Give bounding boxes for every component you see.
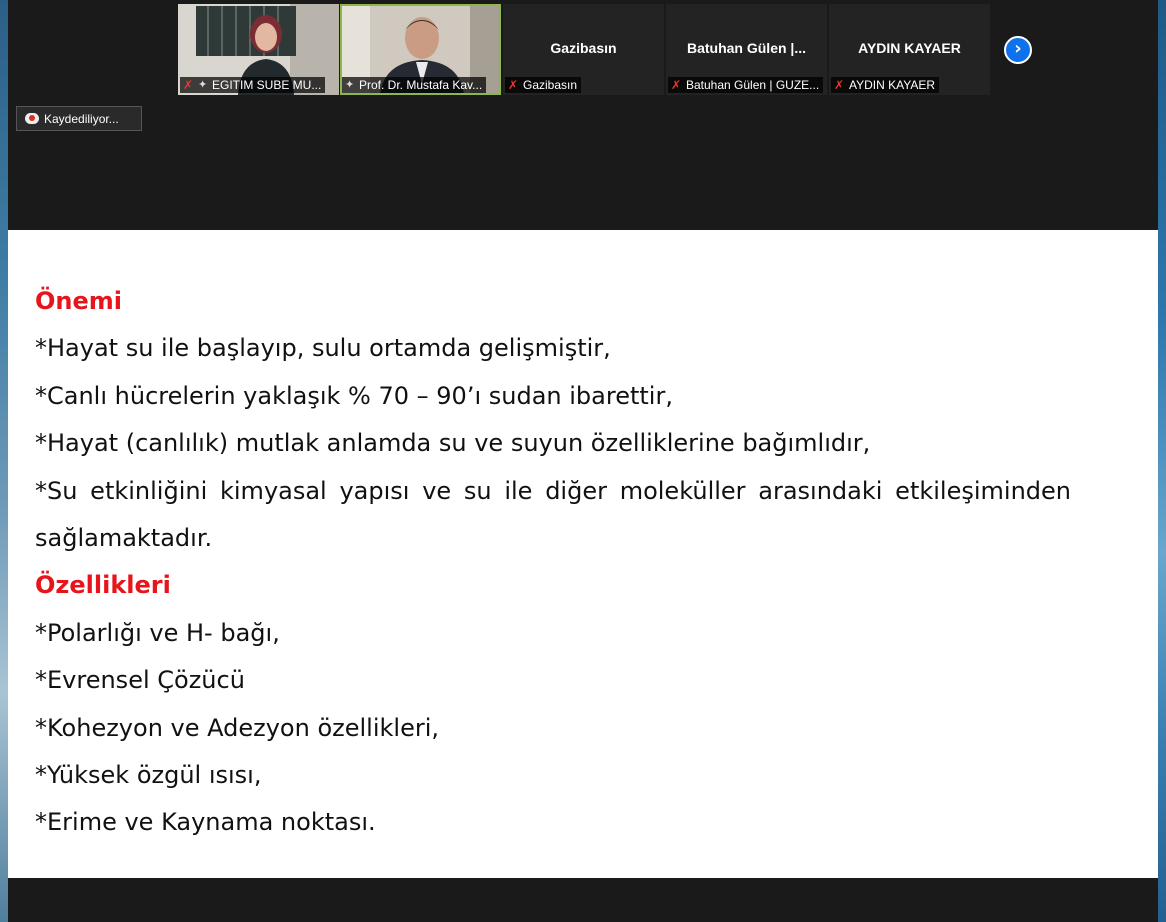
participant-label-2: ✦ Prof. Dr. Mustafa Kav...	[342, 77, 487, 93]
chevron-right-icon: ›	[1014, 38, 1022, 59]
participant-tile-5[interactable]: AYDIN KAYAER ✗ AYDIN KAYAER	[829, 4, 990, 95]
pin-icon: ✦	[198, 79, 208, 91]
mic-muted-icon: ✗	[834, 78, 845, 92]
meeting-window: ✗ ✦ EGITIM SUBE MU... ✦ Prof. Dr. Mustaf…	[8, 0, 1158, 922]
slide-heading-ozellikleri: Özellikleri	[35, 571, 171, 600]
slide-content: Önemi *Hayat su ile başlayıp, sulu ortam…	[35, 278, 1071, 847]
participant-name-4: Batuhan Gülen |...	[686, 40, 807, 56]
participant-tile-3[interactable]: Gazibasın ✗ Gazibasın	[503, 4, 664, 95]
participant-label-3: ✗ Gazibasın	[505, 77, 582, 93]
next-participants-button[interactable]: ›	[1004, 36, 1032, 64]
slide-bullet: *Erime ve Kaynama noktası.	[35, 808, 376, 837]
participant-label-4: ✗ Batuhan Gülen | GUZE...	[668, 77, 824, 93]
participant-tile-1[interactable]: ✗ ✦ EGITIM SUBE MU...	[178, 4, 339, 95]
participant-label-5: ✗ AYDIN KAYAER	[831, 77, 940, 93]
slide-heading-onemi: Önemi	[35, 287, 122, 315]
mic-muted-icon: ✗	[508, 78, 519, 92]
participant-name-5: AYDIN KAYAER	[858, 40, 961, 56]
slide-bullet: *Yüksek özgül ısısı,	[35, 760, 262, 789]
recording-indicator[interactable]: Kaydediliyor...	[16, 106, 142, 131]
pin-icon: ✦	[345, 79, 355, 91]
participant-tile-2[interactable]: ✦ Prof. Dr. Mustafa Kav...	[340, 4, 501, 95]
participant-name-3: Gazibasın	[550, 40, 617, 56]
participant-tile-4[interactable]: Batuhan Gülen |... ✗ Batuhan Gülen | GUZ…	[666, 4, 827, 95]
shared-screen-slide: Önemi *Hayat su ile başlayıp, sulu ortam…	[8, 230, 1158, 878]
slide-bullet: *Hayat su ile başlayıp, sulu ortamda gel…	[35, 334, 611, 363]
desktop-background-right	[1158, 0, 1166, 922]
slide-bullet: *Hayat (canlılık) mutlak anlamda su ve s…	[35, 429, 871, 458]
slide-bullet: *Evrensel Çözücü	[35, 666, 245, 695]
slide-bullet: *Canlı hücrelerin yaklaşık % 70 – 90’ı s…	[35, 381, 673, 410]
slide-bullet: *Su etkinliğini kimyasal yapısı ve su il…	[35, 476, 1071, 505]
slide-bullet-continuation: sağlamaktadır.	[35, 523, 213, 552]
slide-bullet: *Polarlığı ve H- bağı,	[35, 618, 280, 647]
slide-bullet: *Kohezyon ve Adezyon özellikleri,	[35, 713, 439, 742]
mic-muted-icon: ✗	[183, 78, 194, 92]
mic-muted-icon: ✗	[671, 78, 682, 92]
participant-label-1: ✗ ✦ EGITIM SUBE MU...	[180, 77, 326, 93]
cloud-recording-icon	[25, 113, 39, 124]
desktop-background-left	[0, 0, 8, 922]
recording-label: Kaydediliyor...	[44, 111, 119, 126]
